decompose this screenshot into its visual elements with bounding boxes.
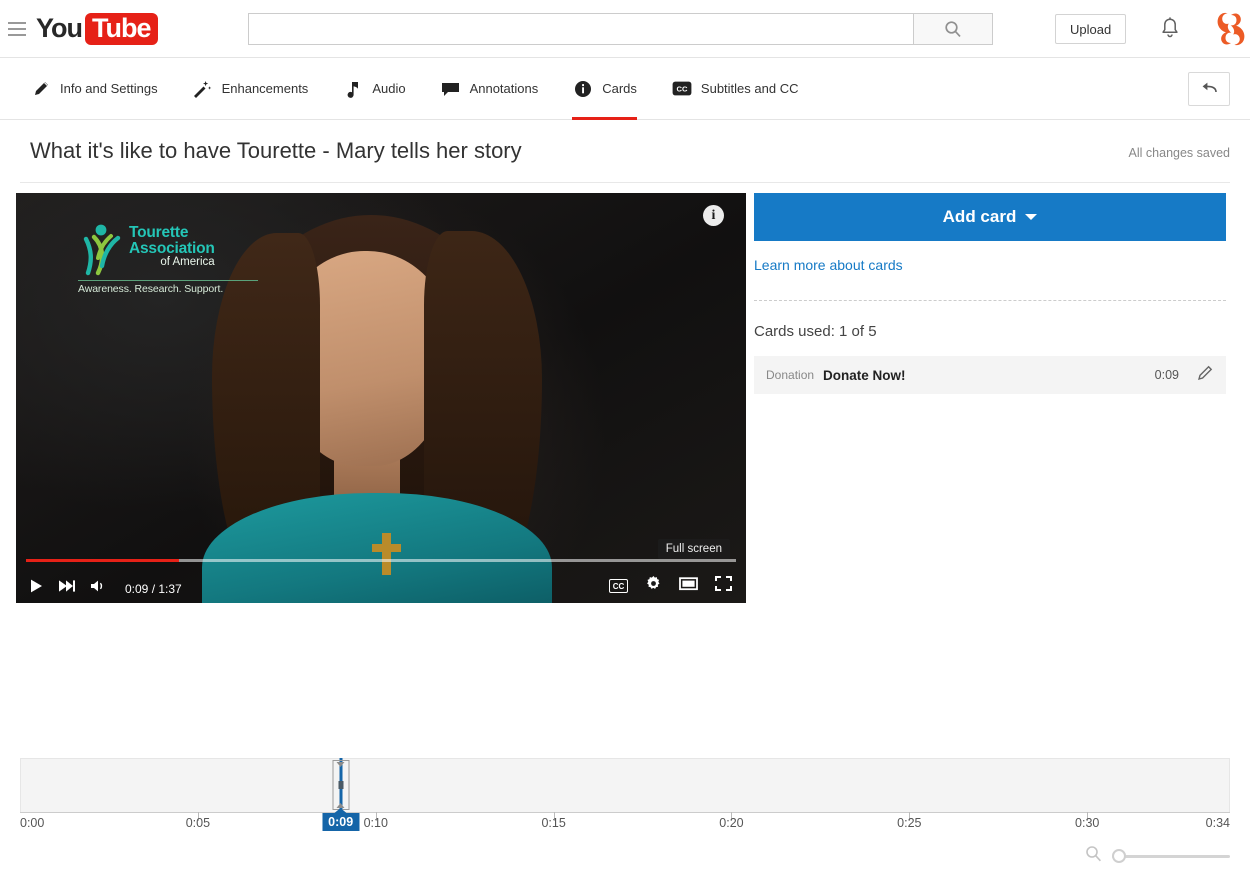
progress-bar[interactable] (26, 559, 736, 562)
info-circle-icon (572, 79, 594, 99)
tab-subtitles-and-cc[interactable]: CC Subtitles and CC (671, 58, 799, 120)
timeline-tick-label: 0:10 (364, 816, 388, 830)
progress-bar-fill (26, 559, 179, 562)
theater-mode-icon[interactable] (679, 576, 698, 596)
timeline-zoom-control (1085, 845, 1230, 867)
timeline-tick-label: 0:20 (719, 816, 743, 830)
logo-you-text: You (36, 13, 82, 44)
timeline-tick-label: 0:30 (1075, 816, 1099, 830)
pencil-icon (30, 79, 52, 99)
timeline-tick-label: 0:25 (897, 816, 921, 830)
player-controls-right: CC (609, 575, 732, 597)
logo-tagline: Awareness. Research. Support. (78, 283, 258, 295)
logo-divider (78, 280, 258, 281)
table-row[interactable]: Donation Donate Now! 0:09 (754, 356, 1226, 394)
editor-tabbar: Info and Settings Enhancements Audio Ann… (0, 58, 1250, 120)
cards-panel: Add card Learn more about cards Cards us… (754, 193, 1226, 394)
youtube-logo[interactable]: You Tube (36, 13, 158, 45)
timeline-tick-label: 0:15 (541, 816, 565, 830)
tab-annotations[interactable]: Annotations (440, 58, 539, 120)
search-input[interactable] (248, 13, 913, 45)
svg-text:CC: CC (676, 85, 687, 94)
search-bar (248, 13, 993, 45)
cc-icon: CC (671, 79, 693, 99)
tab-enhancements[interactable]: Enhancements (192, 58, 309, 120)
card-type-label: Donation (766, 368, 814, 382)
back-button[interactable] (1188, 72, 1230, 106)
logo-line-2: Association (129, 241, 215, 257)
add-card-label: Add card (943, 207, 1017, 227)
tab-label: Enhancements (222, 81, 309, 96)
upload-button[interactable]: Upload (1055, 14, 1126, 44)
timeline-tick-label: 0:05 (186, 816, 210, 830)
logo-tube-text: Tube (85, 13, 158, 45)
card-edit-pencil-icon[interactable] (1197, 364, 1214, 386)
hamburger-icon[interactable] (4, 22, 30, 36)
title-row: What it's like to have Tourette - Mary t… (20, 120, 1230, 183)
tab-label: Annotations (470, 81, 539, 96)
card-title-label: Donate Now! (823, 368, 1155, 383)
tab-label: Subtitles and CC (701, 81, 799, 96)
time-display: 0:09 / 1:37 (125, 582, 182, 596)
music-note-icon (342, 79, 364, 99)
tab-label: Cards (602, 81, 637, 96)
card-teaser-info-icon[interactable]: i (703, 205, 724, 226)
magic-wand-icon (192, 79, 214, 99)
player-controls: 0:09 / 1:37 CC (16, 559, 746, 603)
cc-icon[interactable]: CC (609, 579, 628, 593)
video-player[interactable]: Tourette Association of America Awarenes… (16, 193, 746, 603)
chevron-down-icon (1025, 214, 1037, 220)
fullscreen-tooltip: Full screen (658, 539, 730, 559)
playhead-grip[interactable] (338, 781, 343, 789)
play-icon[interactable] (28, 578, 44, 599)
logo-line-3: of America (129, 257, 215, 269)
user-avatar-icon[interactable] (1212, 10, 1250, 48)
timeline-tick-label: 0:34 (1206, 816, 1230, 830)
learn-more-about-cards-link[interactable]: Learn more about cards (754, 257, 1226, 273)
fullscreen-icon[interactable] (715, 576, 732, 596)
masthead: You Tube Upload (0, 0, 1250, 58)
next-track-icon[interactable] (58, 579, 76, 598)
card-time-label: 0:09 (1155, 368, 1179, 382)
settings-gear-icon[interactable] (645, 575, 662, 597)
save-status-text: All changes saved (1129, 146, 1230, 160)
logo-line-1: Tourette (129, 225, 215, 241)
zoom-slider-knob[interactable] (1112, 849, 1126, 863)
tab-label: Info and Settings (60, 81, 158, 96)
add-card-button[interactable]: Add card (754, 193, 1226, 241)
zoom-slider[interactable] (1112, 849, 1230, 863)
panel-divider (754, 300, 1226, 301)
back-arrow-icon (1199, 81, 1219, 97)
tab-info-and-settings[interactable]: Info and Settings (30, 58, 158, 120)
timeline-track[interactable] (20, 758, 1230, 812)
magnifier-icon[interactable] (1085, 845, 1102, 867)
speech-bubble-icon (440, 79, 462, 99)
notifications-bell-icon[interactable] (1158, 16, 1182, 47)
zoom-slider-rail (1112, 855, 1230, 858)
volume-icon[interactable] (90, 579, 107, 598)
tab-audio[interactable]: Audio (342, 58, 405, 120)
tab-label: Audio (372, 81, 405, 96)
search-button[interactable] (913, 13, 993, 45)
page-title: What it's like to have Tourette - Mary t… (30, 138, 522, 164)
tourette-association-logo: Tourette Association of America Awarenes… (78, 223, 258, 295)
tourette-figure-icon (78, 223, 124, 277)
search-icon (944, 20, 962, 38)
player-controls-left: 0:09 / 1:37 (28, 578, 182, 599)
timeline-tick-label: 0:00 (20, 816, 44, 830)
cards-used-text: Cards used: 1 of 5 (754, 323, 1226, 340)
tab-cards[interactable]: Cards (572, 58, 637, 120)
playhead-time-badge: 0:09 (322, 813, 359, 831)
